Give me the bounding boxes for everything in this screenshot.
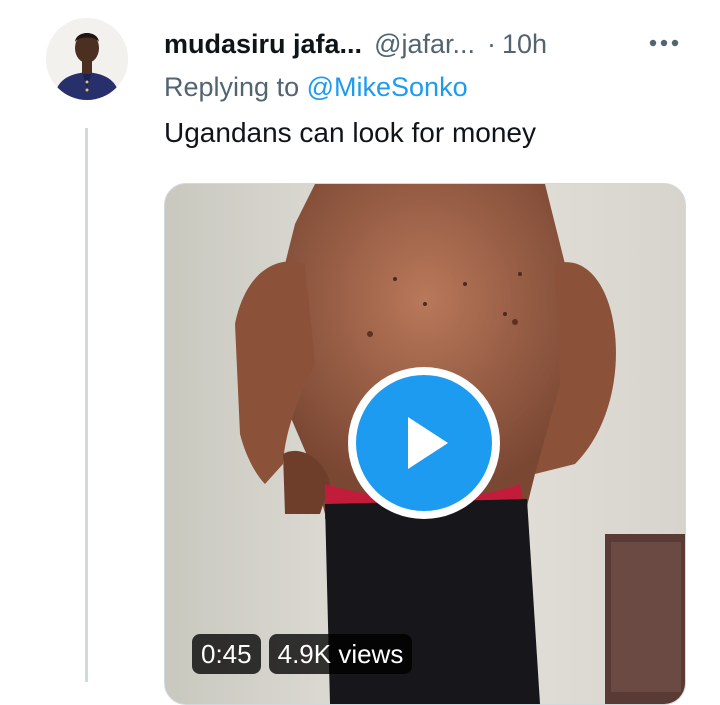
reply-prefix: Replying to [164, 72, 300, 102]
play-button[interactable] [348, 367, 500, 519]
tweet-text: Ugandans can look for money [164, 117, 536, 148]
video-badges: 0:45 4.9K views [192, 634, 413, 674]
video-player[interactable]: 0:45 4.9K views [164, 183, 686, 705]
user-handle[interactable]: @jafar... [374, 29, 475, 60]
tweet-header: mudasiru jafa... @jafar... · 10h [164, 22, 700, 66]
mention-link[interactable]: @MikeSonko [307, 72, 468, 102]
avatar[interactable] [46, 18, 128, 100]
replying-to: Replying to @MikeSonko [164, 72, 468, 103]
separator-dot: · [487, 28, 497, 59]
thread-line [85, 128, 88, 682]
video-duration: 0:45 [192, 634, 261, 674]
view-count: 4.9K views [268, 634, 413, 674]
more-horizontal-icon[interactable] [646, 28, 682, 58]
display-name[interactable]: mudasiru jafa... [164, 29, 362, 60]
play-icon [356, 375, 492, 511]
timestamp[interactable]: 10h [502, 29, 547, 60]
